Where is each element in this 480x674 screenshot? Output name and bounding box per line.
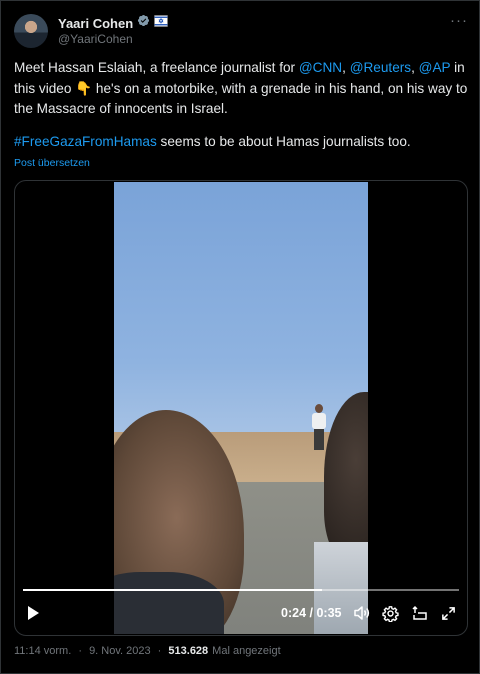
text-segment: Meet Hassan Eslaiah, a freelance journal… [14, 60, 299, 75]
text-segment: , [411, 60, 419, 75]
picture-in-picture-button[interactable] [409, 601, 431, 625]
mention-ap-link[interactable]: @AP [419, 60, 451, 75]
gear-icon [381, 605, 399, 622]
tweet-paragraph-2: #FreeGazaFromHamas seems to be about Ham… [14, 132, 470, 153]
tweet-meta: 11:14 vorm. · 9. Nov. 2023 · 513.628 Mal … [14, 645, 281, 657]
play-button[interactable] [21, 601, 45, 625]
author-name[interactable]: Yaari Cohen [58, 16, 133, 31]
video-person-right [324, 392, 368, 562]
text-segment: , [342, 60, 350, 75]
more-options-icon[interactable]: ··· [449, 13, 469, 30]
mention-reuters-link[interactable]: @Reuters [350, 60, 411, 75]
settings-button[interactable] [379, 601, 401, 625]
meta-separator: · [75, 645, 86, 657]
pip-icon [412, 605, 427, 620]
video-current-time: 0:24 [281, 606, 307, 620]
views-label: Mal angezeigt [212, 645, 281, 657]
video-duration: 0:35 [316, 606, 342, 620]
fullscreen-icon [441, 606, 455, 620]
author-handle[interactable]: @YaariCohen [58, 32, 133, 46]
hashtag-link[interactable]: #FreeGazaFromHamas [14, 134, 157, 149]
video-time: 0:24 / 0:35 [281, 601, 341, 625]
play-icon [28, 606, 39, 620]
volume-button[interactable] [351, 601, 373, 625]
fullscreen-button[interactable] [437, 601, 459, 625]
pointing-down-emoji: 👇 [75, 80, 93, 96]
video-progress-bar[interactable] [23, 589, 459, 591]
post-date-link[interactable]: 9. Nov. 2023 [89, 645, 151, 657]
views-count: 513.628 [168, 645, 209, 657]
video-frame[interactable] [114, 182, 368, 634]
video-progress-fill [23, 589, 323, 591]
verified-badge-icon [137, 14, 150, 32]
tweet-text: Meet Hassan Eslaiah, a freelance journal… [14, 58, 470, 152]
video-person [310, 404, 328, 450]
avatar[interactable] [14, 14, 48, 48]
meta-separator: · [154, 645, 165, 657]
time-separator: / [306, 606, 317, 620]
post-time-link[interactable]: 11:14 vorm. [14, 645, 71, 657]
flag-icon [154, 14, 168, 32]
mention-cnn-link[interactable]: @CNN [299, 60, 342, 75]
translate-post-link[interactable]: Post übersetzen [14, 157, 90, 169]
video-player[interactable]: 0:24 / 0:35 [14, 180, 468, 636]
tweet-paragraph-1: Meet Hassan Eslaiah, a freelance journal… [14, 58, 470, 120]
author-row: Yaari Cohen [58, 14, 168, 32]
video-shoulder-left [114, 572, 224, 634]
text-segment: seems to be about Hamas journalists too. [156, 133, 411, 149]
volume-icon [354, 606, 370, 620]
